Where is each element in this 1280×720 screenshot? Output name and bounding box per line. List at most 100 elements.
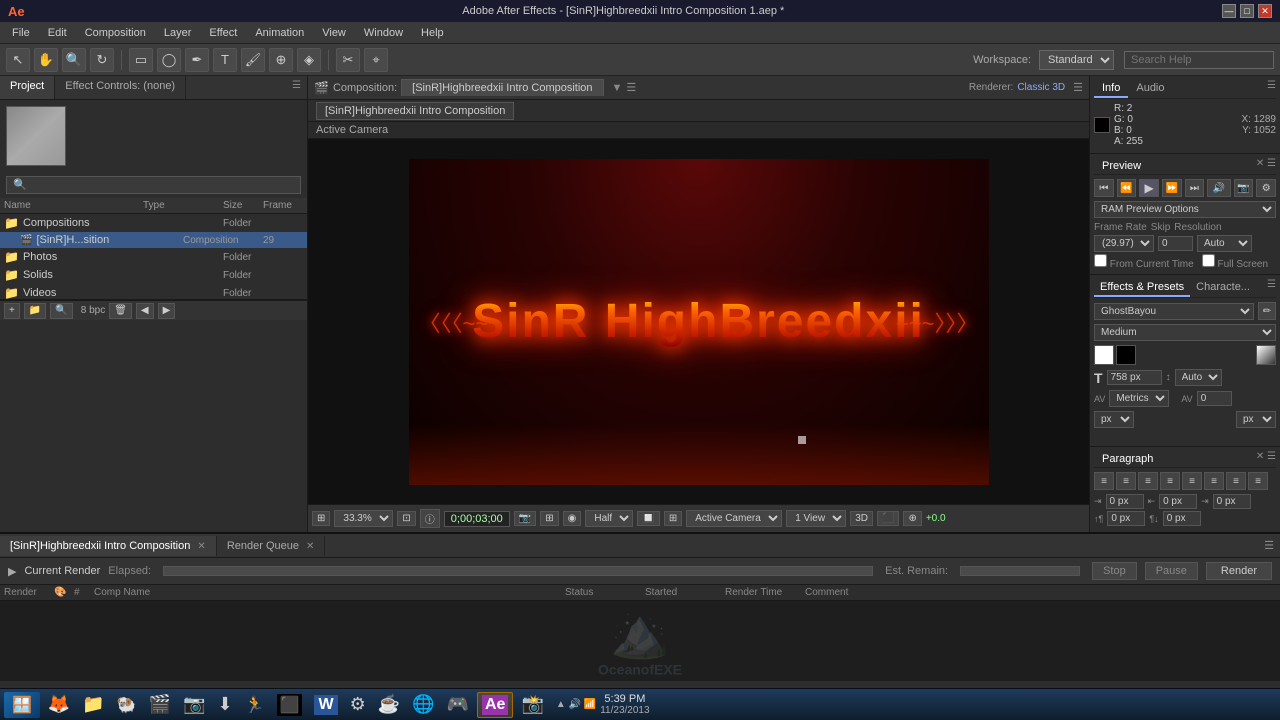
paragraph-close[interactable]: ✕ ☰ (1256, 451, 1276, 467)
close-button[interactable]: ✕ (1258, 4, 1272, 18)
taskbar-word[interactable]: W (310, 692, 341, 718)
panel-close-btn[interactable]: ☰ (286, 76, 307, 99)
menu-layer[interactable]: Layer (156, 25, 200, 41)
prev-frame-btn[interactable]: ⏪ (1117, 179, 1137, 197)
tab-composition-timeline[interactable]: [SinR]Highbreedxii Intro Composition ✕ (0, 536, 217, 556)
tool-rotate[interactable]: ↻ (90, 48, 114, 72)
taskbar-explorer[interactable]: 📁 (78, 692, 108, 718)
taskbar-after-effects[interactable]: Ae (477, 692, 513, 718)
comp-info-btn[interactable]: ⓘ (420, 509, 440, 528)
align-right[interactable]: ≡ (1138, 472, 1158, 490)
render-button[interactable]: Render (1206, 562, 1272, 580)
list-item[interactable]: 📁 Videos Folder (0, 284, 307, 299)
comp-tab[interactable]: [SinR]Highbreedxii Intro Composition (401, 79, 603, 96)
list-item[interactable]: 🎬 [SinR]H...sition Composition 29 (0, 232, 307, 248)
taskbar-app10[interactable]: ⚙ (346, 692, 370, 718)
indent-left-input[interactable] (1106, 494, 1144, 509)
align-justify-left[interactable]: ≡ (1160, 472, 1180, 490)
indent-right-input[interactable] (1159, 494, 1197, 509)
gradient-swatch[interactable] (1256, 345, 1276, 365)
tool-roto[interactable]: ✂ (336, 48, 360, 72)
panel-menu-btn[interactable]: ☰ (1073, 81, 1083, 94)
resolution-select[interactable]: Auto (1197, 235, 1252, 252)
taskbar-runners[interactable]: 🏃 (241, 692, 269, 718)
minimize-button[interactable]: — (1222, 4, 1236, 18)
maximize-button[interactable]: □ (1240, 4, 1254, 18)
taskbar-app13[interactable]: 🎮 (443, 692, 473, 718)
menu-window[interactable]: Window (356, 25, 411, 41)
comp-render-btn[interactable]: ⬛ (877, 511, 899, 526)
taskbar-ram[interactable]: 🐏 (113, 692, 141, 718)
render-queue-tab-close[interactable]: ✕ (306, 541, 314, 552)
comp-overlay-btn[interactable]: ◉ (563, 511, 582, 526)
comp-snap-btn[interactable]: ⊞ (540, 511, 558, 526)
skip-to-end-btn[interactable]: ⏭ (1185, 179, 1205, 197)
unit-select-2[interactable]: px (1236, 411, 1276, 428)
comp-resolution-btn[interactable]: ⊡ (397, 511, 415, 526)
taskbar-camera[interactable]: 📷 (179, 692, 209, 718)
nav-btn[interactable]: ◀ (136, 303, 154, 319)
ram-preview-select[interactable]: RAM Preview Options (1094, 201, 1276, 218)
align-last[interactable]: ≡ (1248, 472, 1268, 490)
taskbar-app6[interactable]: ⬇ (214, 692, 237, 718)
current-render-toggle[interactable]: ▶ (8, 565, 16, 578)
font-select[interactable]: GhostBayou (1094, 303, 1254, 320)
taskbar-cmd[interactable]: ⬛ (273, 692, 307, 718)
timeline-tab-close[interactable]: ✕ (197, 541, 205, 552)
snapshot-btn[interactable]: 📷 (1234, 179, 1254, 197)
font-size-input[interactable] (1107, 370, 1162, 385)
comp-camera-btn[interactable]: 📷 (514, 511, 536, 526)
kerning-select[interactable]: Metrics (1109, 390, 1169, 407)
skip-to-start-btn[interactable]: ⏮ (1094, 179, 1114, 197)
next-frame-btn[interactable]: ⏩ (1162, 179, 1182, 197)
tab-effect-controls[interactable]: Effect Controls: (none) (55, 76, 186, 99)
list-item[interactable]: 📁 Compositions Folder (0, 214, 307, 232)
menu-composition[interactable]: Composition (77, 25, 154, 41)
play-btn[interactable]: ▶ (1139, 179, 1159, 197)
tool-text[interactable]: T (213, 48, 237, 72)
taskbar-app11[interactable]: ☕ (374, 692, 404, 718)
search-btn[interactable]: 🔍 (50, 303, 72, 319)
camera-select[interactable]: Active Camera (686, 510, 782, 527)
zoom-select[interactable]: 33.3% 50% 100% (334, 510, 393, 527)
tool-hand[interactable]: ✋ (34, 48, 58, 72)
menu-edit[interactable]: Edit (40, 25, 75, 41)
tab-preview[interactable]: Preview (1094, 158, 1149, 174)
menu-help[interactable]: Help (413, 25, 452, 41)
list-item[interactable]: 📁 Photos Folder (0, 248, 307, 266)
skip-input[interactable] (1158, 236, 1193, 251)
comp-options-btn[interactable]: ▼ (612, 82, 623, 94)
stop-button[interactable]: Stop (1092, 562, 1137, 580)
settings-btn[interactable]: ⚙ (1256, 179, 1276, 197)
tab-render-queue[interactable]: Render Queue ✕ (217, 536, 326, 556)
tracking-input[interactable] (1197, 391, 1232, 406)
taskbar-photoshop[interactable]: 📸 (517, 692, 547, 718)
start-button[interactable]: 🪟 (4, 692, 40, 718)
menu-view[interactable]: View (314, 25, 354, 41)
comp-expand-btn[interactable]: ☰ (626, 81, 636, 94)
timeline-panel-menu[interactable]: ☰ (1258, 535, 1280, 556)
tool-rect[interactable]: ▭ (129, 48, 153, 72)
tool-zoom[interactable]: 🔍 (62, 48, 86, 72)
view-count-select[interactable]: 1 View (786, 510, 846, 527)
list-item[interactable]: 📁 Solids Folder (0, 266, 307, 284)
auto-select[interactable]: Auto (1175, 369, 1222, 386)
menu-effect[interactable]: Effect (201, 25, 245, 41)
space-before-input[interactable] (1107, 511, 1145, 526)
comp-ctrl-grid[interactable]: ⊞ (312, 511, 330, 526)
pencil-icon-btn[interactable]: ✏ (1258, 302, 1276, 320)
align-left[interactable]: ≡ (1094, 472, 1114, 490)
taskbar-vlc[interactable]: 🎬 (145, 692, 175, 718)
tab-info[interactable]: Info (1094, 80, 1128, 98)
trash-btn[interactable]: 🗑 (109, 303, 132, 319)
comp-more-btn[interactable]: ⊕ (903, 511, 921, 526)
info-color-swatch[interactable] (1094, 117, 1110, 133)
align-justify-right[interactable]: ≡ (1204, 472, 1224, 490)
info-panel-close[interactable]: ☰ (1267, 80, 1276, 98)
comp-safe-btn[interactable]: ⊞ (664, 511, 682, 526)
tool-select[interactable]: ↖ (6, 48, 30, 72)
tool-clone[interactable]: ⊕ (269, 48, 293, 72)
menu-file[interactable]: File (4, 25, 38, 41)
project-search-input[interactable] (6, 176, 301, 194)
taskbar-globe[interactable]: 🌐 (408, 692, 438, 718)
